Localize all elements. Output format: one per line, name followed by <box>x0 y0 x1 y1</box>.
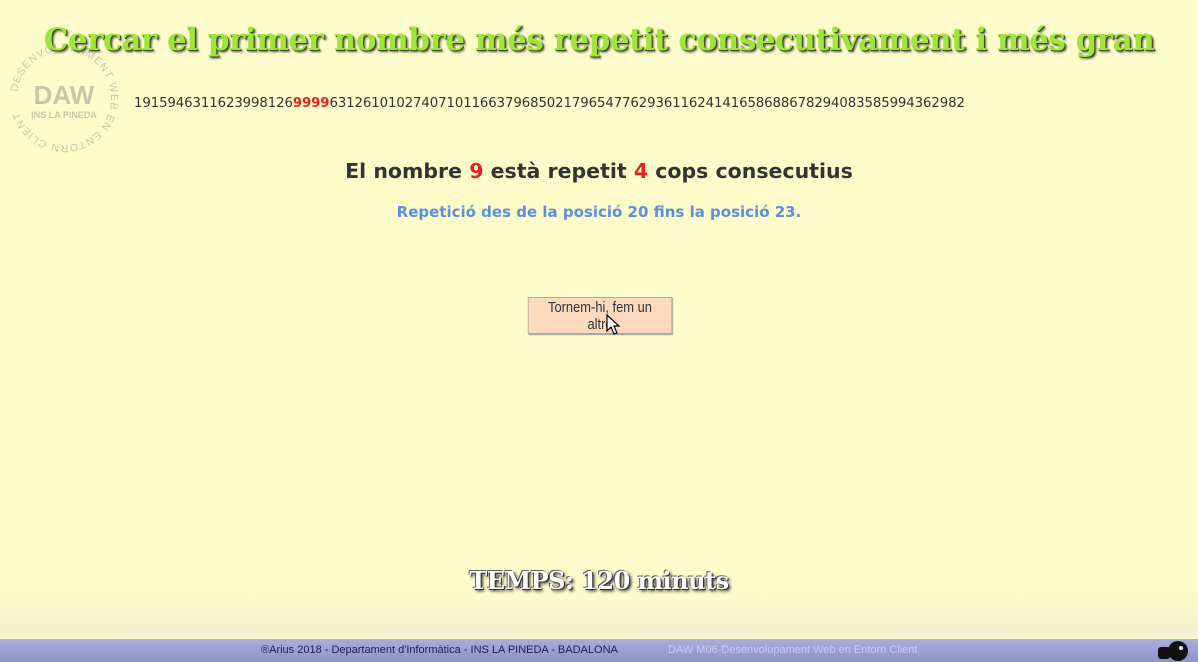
result-middle: està repetit <box>483 159 634 183</box>
time-limit: TEMPS: 120 minuts <box>469 566 729 595</box>
result-number: 9 <box>469 159 484 183</box>
sequence-after: 6312610102740710116637968502179654776293… <box>329 96 965 111</box>
footer-course: DAW M06-Desenvolupament Web en Entorn Cl… <box>668 644 918 656</box>
page-title: Cercar el primer nombre més repetit cons… <box>43 22 1155 58</box>
range-message: Repetició des de la posició 20 fins la p… <box>396 203 802 221</box>
result-count: 4 <box>633 159 649 183</box>
logo-abbr: DAW <box>34 80 95 110</box>
sequence-before: 1915946311623998126 <box>134 96 293 111</box>
footer-bar: ®Arius 2018 - Departament d'Informàtica … <box>0 639 1198 662</box>
mouse-cursor-icon <box>606 314 621 335</box>
corner-mascot-icon <box>1158 641 1188 661</box>
footer-credits: ®Arius 2018 - Departament d'Informàtica … <box>261 644 618 656</box>
bottom-fade <box>0 590 1198 638</box>
sequence-highlight: 9999 <box>292 96 330 111</box>
result-prefix: El nombre <box>345 159 470 183</box>
result-suffix: cops consecutius <box>648 159 853 183</box>
try-again-button[interactable]: Tornem-hi, fem un altre <box>527 297 673 334</box>
logo-school: INS LA PINEDA <box>31 110 97 120</box>
number-sequence: 1915946311623998126999963126101027407101… <box>134 96 1134 111</box>
result-message: El nombre 9 està repetit 4 cops consecut… <box>0 159 1198 183</box>
